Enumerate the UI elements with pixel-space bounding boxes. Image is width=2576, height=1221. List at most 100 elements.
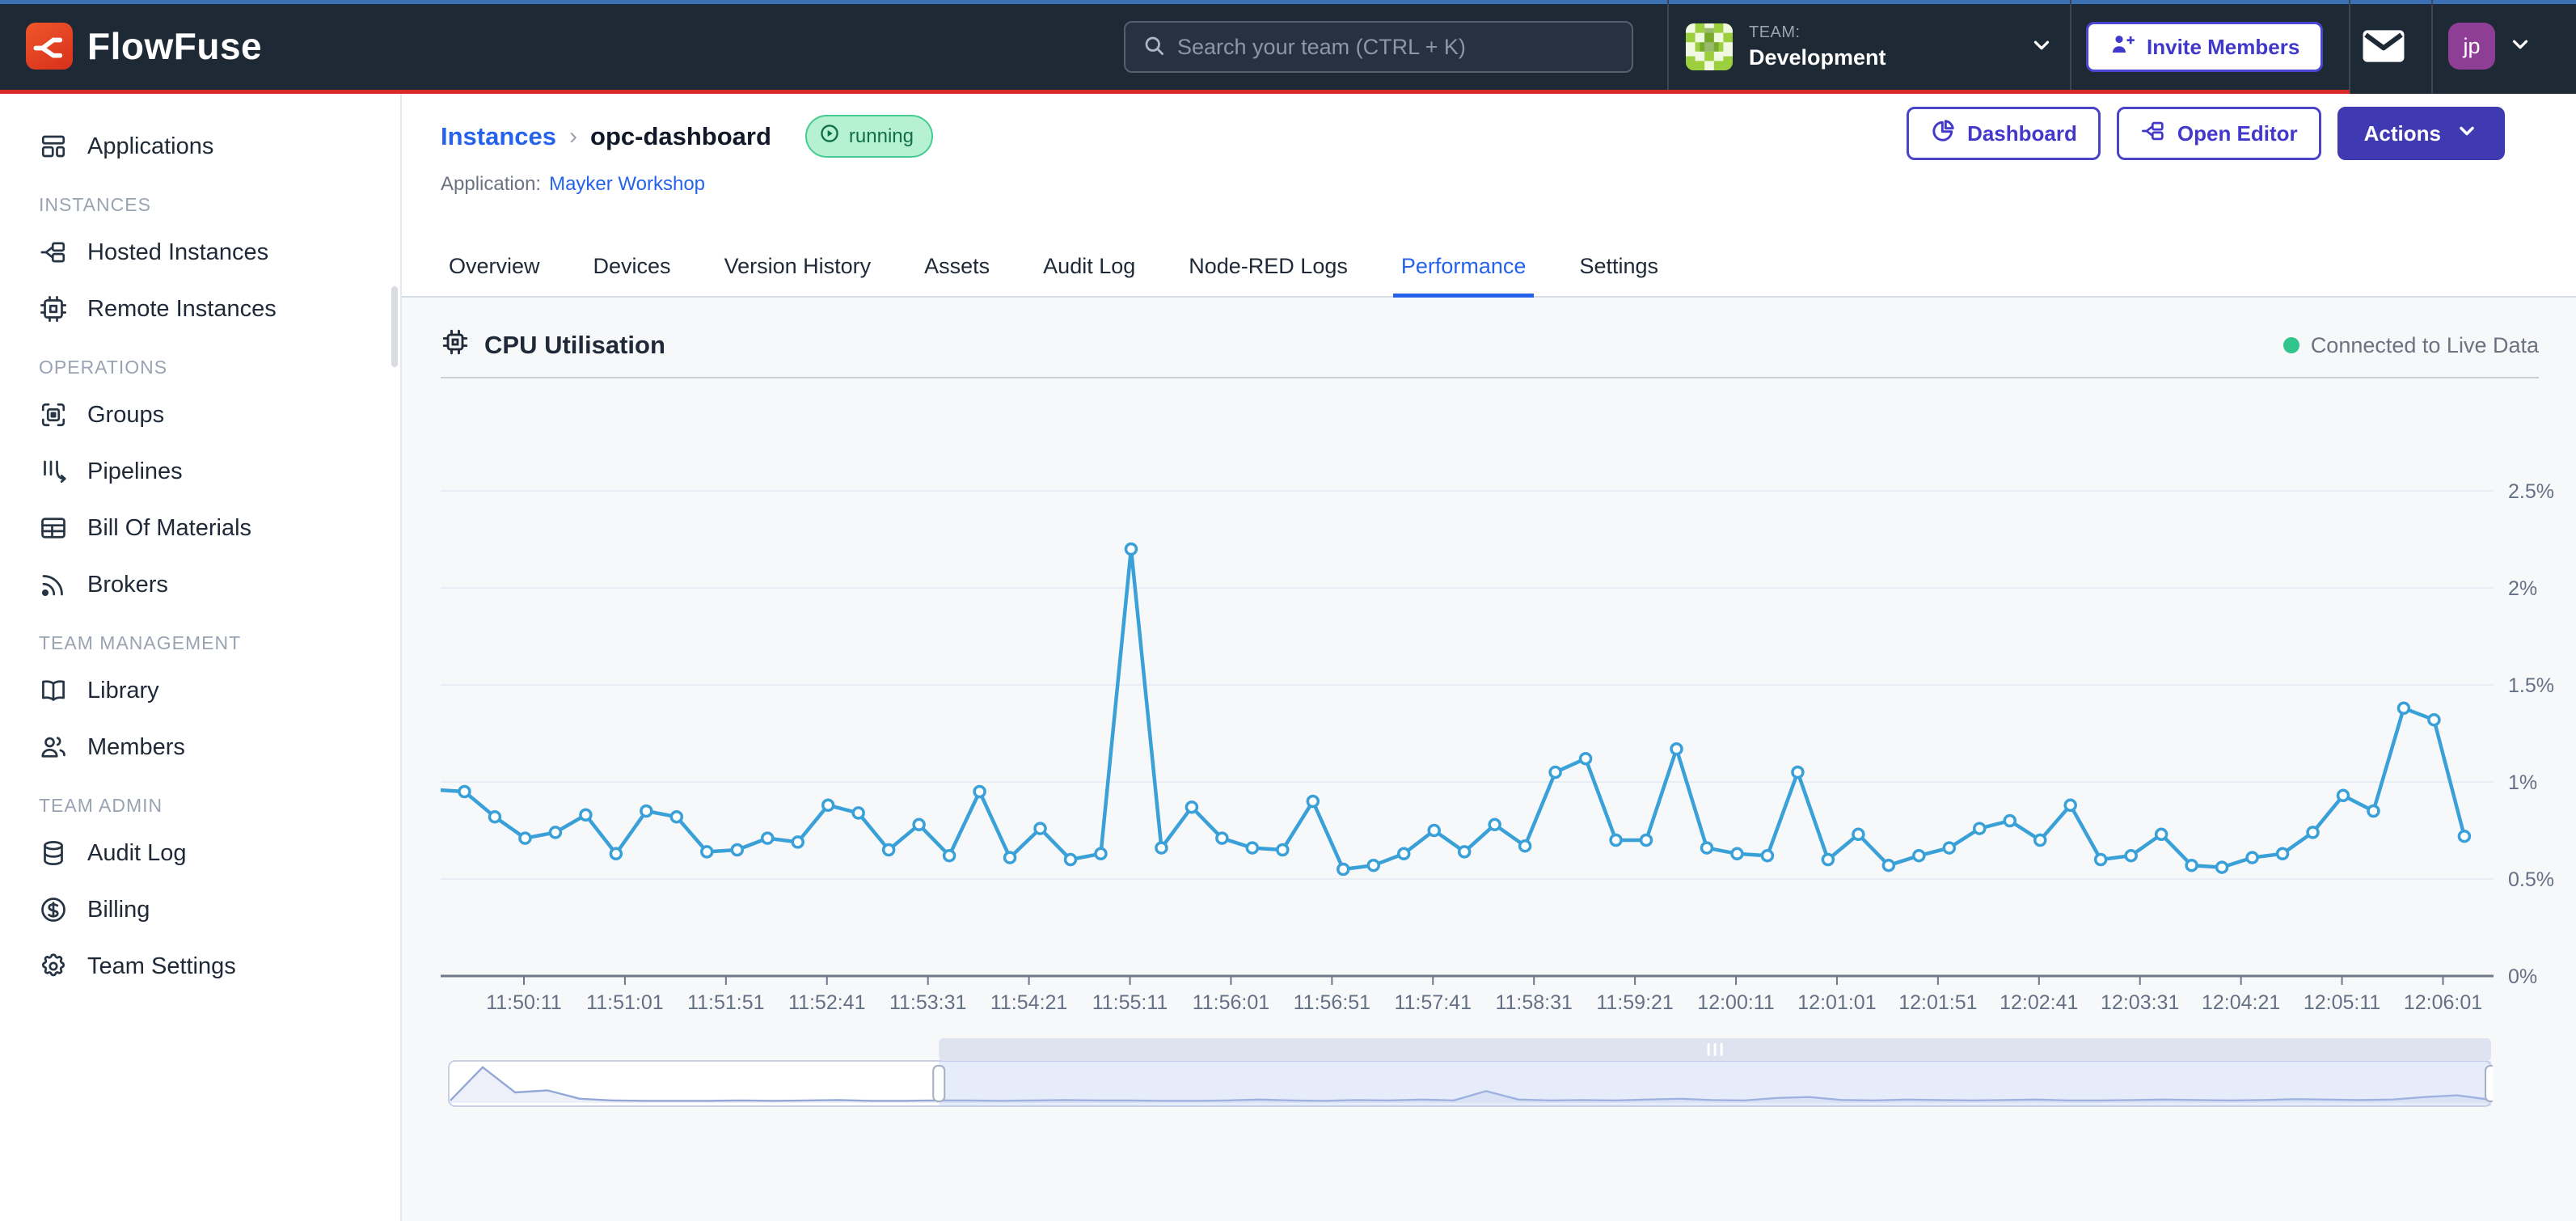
y-axis-label: 2.5% [2508, 480, 2554, 503]
data-point-marker [1822, 855, 1833, 865]
data-point-marker [1883, 860, 1894, 871]
tab-node-red-logs[interactable]: Node-RED Logs [1180, 254, 1356, 298]
brush-handle[interactable] [2485, 1066, 2493, 1101]
brush-grip-icon[interactable] [1721, 1043, 1723, 1056]
sidebar-item-groups[interactable]: Groups [39, 391, 400, 438]
data-point-marker [1005, 852, 1016, 863]
invite-members-button[interactable]: Invite Members [2086, 22, 2323, 72]
sidebar-section-title: INSTANCES [39, 194, 400, 216]
search-input[interactable] [1177, 35, 1615, 60]
breadcrumb-separator: › [569, 123, 577, 150]
database-icon [39, 839, 68, 868]
data-point-marker [1489, 819, 1500, 830]
data-point-marker [2004, 816, 2015, 826]
sidebar-item-hosted-instances[interactable]: Hosted Instances [39, 229, 400, 276]
sidebar-scrollbar[interactable] [391, 286, 398, 367]
sidebar-item-bill-of-materials[interactable]: Bill Of Materials [39, 505, 400, 551]
instance-header: Instances › opc-dashboard running Applic… [402, 94, 2576, 298]
x-axis-label: 11:58:31 [1495, 991, 1572, 1011]
y-axis-label: 0% [2508, 965, 2537, 988]
data-point-marker [1399, 848, 1409, 859]
tab-settings[interactable]: Settings [1571, 254, 1666, 298]
x-axis-label: 12:05:11 [2304, 991, 2380, 1011]
data-point-marker [1581, 754, 1591, 764]
open-editor-button[interactable]: Open Editor [2117, 107, 2321, 160]
flowfuse-logo-icon [26, 23, 73, 70]
application-label: Application: [441, 173, 541, 196]
cpu-series-line [441, 549, 2464, 869]
chart-range-brush[interactable] [447, 1032, 2493, 1113]
tab-audit-log[interactable]: Audit Log [1035, 254, 1143, 298]
brush-grip-icon[interactable] [1714, 1043, 1717, 1056]
sidebar-section-title: OPERATIONS [39, 357, 400, 378]
header-buttons: Dashboard Open Editor Actions [1907, 107, 2505, 160]
x-axis-label: 12:01:51 [1898, 991, 1977, 1011]
application-link[interactable]: Mayker Workshop [549, 173, 705, 196]
tab-performance[interactable]: Performance [1393, 254, 1535, 298]
data-point-marker [1035, 823, 1045, 834]
brush-selection-region[interactable] [939, 1061, 2491, 1106]
sidebar-item-billing[interactable]: Billing [39, 886, 400, 933]
sidebar-item-brokers[interactable]: Brokers [39, 561, 400, 608]
actions-button-label: Actions [2364, 121, 2441, 146]
data-point-marker [974, 787, 985, 797]
data-point-marker [1914, 851, 1924, 861]
instance-tabs: Overview Devices Version History Assets Audi… [441, 254, 1666, 298]
data-point-marker [2308, 827, 2318, 838]
top-accent-strip [0, 0, 2576, 4]
team-selector[interactable]: TEAM: Development [1686, 16, 2054, 78]
live-status: Connected to Live Data [2283, 333, 2539, 358]
branch-icon [2140, 118, 2166, 150]
data-point-marker [1793, 767, 1803, 778]
status-badge: running [805, 115, 933, 158]
sidebar-item-team-settings[interactable]: Team Settings [39, 943, 400, 990]
sidebar-item-pipelines[interactable]: Pipelines [39, 448, 400, 495]
sidebar-nav: Applications INSTANCES Hosted Instances Rem… [0, 123, 400, 990]
data-point-marker [2186, 860, 2197, 871]
y-axis-label: 1% [2508, 771, 2537, 794]
data-point-marker [1429, 826, 1439, 836]
sidebar-item-label: Applications [87, 133, 213, 160]
x-axis-label: 11:56:51 [1294, 991, 1370, 1011]
tab-devices[interactable]: Devices [585, 254, 679, 298]
brush-grip-icon[interactable] [1708, 1043, 1710, 1056]
sidebar-section-title: TEAM MANAGEMENT [39, 632, 400, 654]
tab-assets[interactable]: Assets [916, 254, 998, 298]
sidebar-item-remote-instances[interactable]: Remote Instances [39, 285, 400, 332]
sidebar-item-library[interactable]: Library [39, 667, 400, 714]
actions-button[interactable]: Actions [2337, 107, 2505, 160]
tab-version-history[interactable]: Version History [716, 254, 880, 298]
invite-members-label: Invite Members [2147, 35, 2299, 60]
data-point-marker [1217, 833, 1227, 843]
sidebar-item-members[interactable]: Members [39, 724, 400, 771]
brush-canvas[interactable] [447, 1032, 2493, 1113]
navbar-divider [2070, 0, 2071, 94]
data-point-marker [1853, 829, 1864, 839]
data-point-marker [520, 833, 530, 843]
data-point-marker [459, 787, 470, 797]
x-axis-label: 12:03:31 [2101, 991, 2179, 1011]
data-point-marker [581, 809, 591, 820]
applications-icon [39, 132, 68, 161]
sidebar-section-title: TEAM ADMIN [39, 795, 400, 817]
broadcast-icon [39, 570, 68, 599]
sidebar-item-label: Groups [87, 402, 164, 429]
tab-overview[interactable]: Overview [441, 254, 548, 298]
brush-handle[interactable] [933, 1066, 944, 1101]
sidebar-item-applications[interactable]: Applications [39, 123, 400, 170]
notifications-mail-button[interactable] [2358, 27, 2409, 66]
data-point-marker [853, 808, 864, 818]
x-axis-label: 11:52:41 [788, 991, 865, 1011]
y-axis-label: 0.5% [2508, 868, 2554, 891]
team-search-box[interactable] [1124, 21, 1633, 73]
sidebar-item-label: Hosted Instances [87, 239, 268, 266]
dashboard-button[interactable]: Dashboard [1907, 107, 2101, 160]
sidebar: Applications INSTANCES Hosted Instances Rem… [0, 94, 402, 1221]
breadcrumb-instances-link[interactable]: Instances [441, 122, 556, 151]
flowfuse-logo[interactable]: FlowFuse [26, 23, 262, 70]
sidebar-item-audit-log[interactable]: Audit Log [39, 830, 400, 877]
user-menu[interactable]: jp [2448, 23, 2532, 70]
x-axis-label: 11:57:41 [1395, 991, 1472, 1011]
data-point-marker [1671, 744, 1682, 754]
data-point-marker [1368, 860, 1379, 871]
